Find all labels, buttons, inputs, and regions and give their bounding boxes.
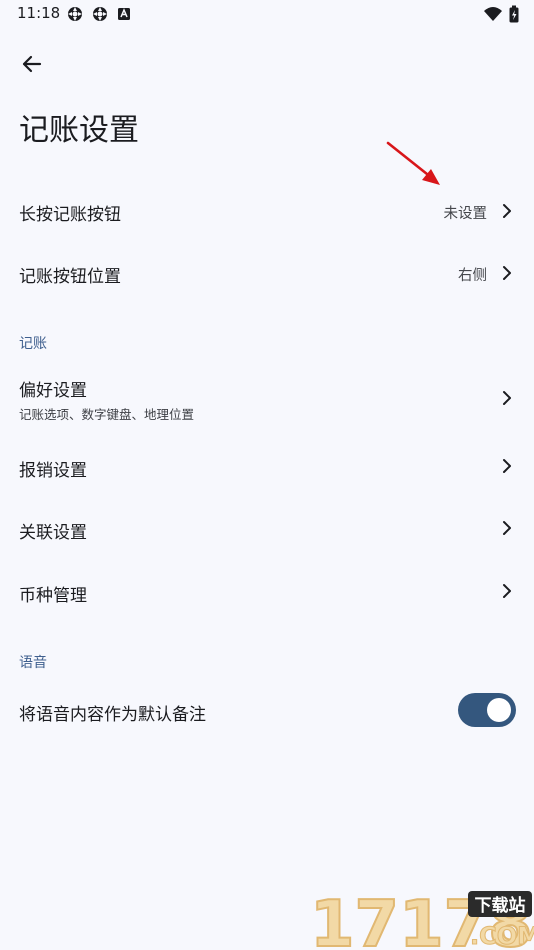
setting-row-preferences[interactable]: 偏好设置 记账选项、数字键盘、地理位置: [0, 366, 534, 430]
chevron-right-icon: [503, 521, 511, 535]
chevron-right-icon: [503, 266, 511, 280]
setting-row-association[interactable]: 关联设置: [0, 498, 534, 558]
arrow-left-icon[interactable]: [14, 46, 50, 82]
watermark-badge: 下载站: [475, 895, 526, 916]
chevron-right-icon: [503, 584, 511, 598]
section-header-voice: 语音: [19, 655, 47, 671]
watermark-domain: .COM: [470, 922, 534, 950]
setting-row-long-press[interactable]: 长按记账按钮 未设置: [0, 181, 534, 241]
chevron-right-icon: [503, 459, 511, 473]
section-header-bookkeeping: 记账: [19, 336, 47, 352]
setting-label: 偏好设置: [19, 381, 87, 401]
setting-row-button-position[interactable]: 记账按钮位置 右侧: [0, 243, 534, 303]
page-title: 记账设置: [19, 113, 139, 148]
setting-row-reimbursement[interactable]: 报销设置: [0, 436, 534, 496]
toggle-knob: [487, 698, 511, 722]
setting-row-currency[interactable]: 币种管理: [0, 561, 534, 621]
setting-label: 币种管理: [19, 586, 87, 606]
setting-subtitle: 记账选项、数字键盘、地理位置: [19, 407, 195, 422]
app-notification-icon: [118, 8, 130, 20]
sync-icon: [93, 7, 107, 21]
battery-charging-icon: [509, 5, 519, 23]
watermark-logo: 17178 下载站 .COM: [309, 887, 534, 950]
setting-value: 未设置: [443, 206, 488, 222]
sync-icon: [68, 7, 82, 21]
chevron-right-icon: [503, 391, 511, 405]
wifi-icon: [484, 7, 502, 21]
setting-label: 长按记账按钮: [19, 205, 121, 225]
status-time: 11:18: [17, 4, 61, 22]
setting-value: 右侧: [458, 268, 487, 284]
setting-label: 记账按钮位置: [19, 267, 121, 287]
setting-label: 关联设置: [19, 523, 87, 543]
chevron-right-icon: [503, 204, 511, 218]
setting-label: 将语音内容作为默认备注: [19, 705, 206, 725]
setting-row-voice-default-note[interactable]: 将语音内容作为默认备注: [0, 680, 534, 740]
status-bar: 11:18: [0, 0, 534, 28]
setting-label: 报销设置: [19, 461, 87, 481]
voice-default-note-toggle[interactable]: [458, 693, 516, 727]
